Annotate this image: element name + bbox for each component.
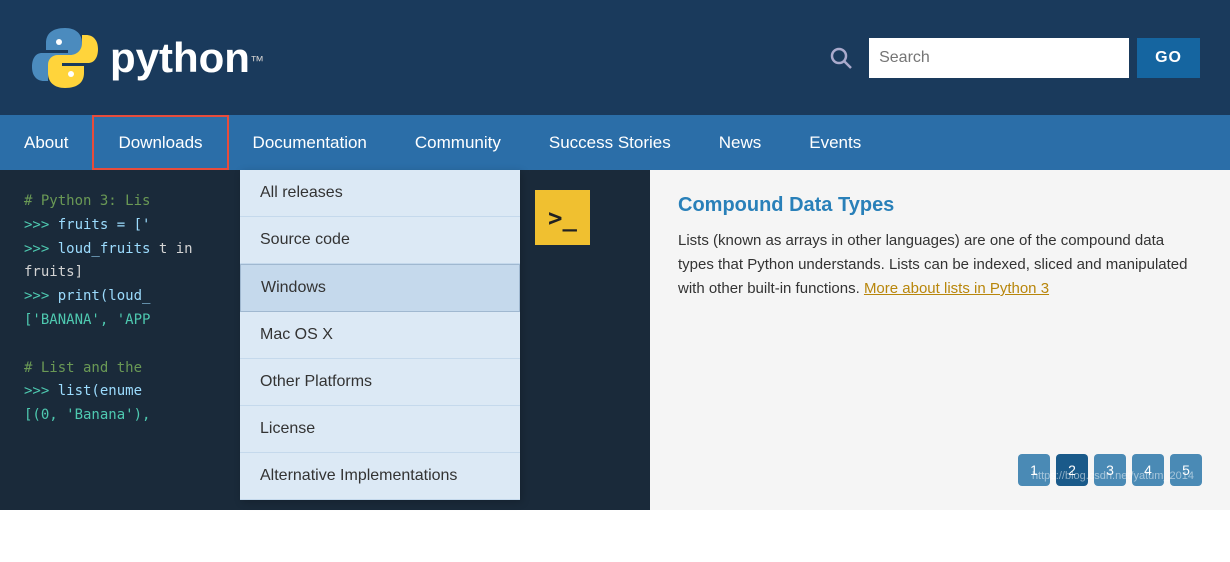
info-area: Compound Data Types Lists (known as arra… — [650, 170, 1230, 510]
downloads-dropdown: All releases Source code Windows Mac OS … — [240, 170, 520, 500]
nav-item-documentation[interactable]: Documentation — [229, 115, 391, 170]
search-area: GO — [821, 38, 1200, 78]
search-input[interactable] — [869, 38, 1129, 78]
code-fruits-ref: fruits] — [24, 264, 83, 280]
nav-bar: About Downloads Documentation Community … — [0, 115, 1230, 170]
search-icon — [829, 46, 853, 70]
dropdown-all-releases[interactable]: All releases — [240, 170, 520, 217]
nav-item-community[interactable]: Community — [391, 115, 525, 170]
code-output-1: ['BANANA', 'APP — [24, 312, 150, 328]
code-list-enum: list(enume — [58, 383, 142, 399]
code-output-2: [(0, 'Banana'), — [24, 407, 150, 423]
header: python™ GO — [0, 0, 1230, 115]
dropdown-alternative-implementations[interactable]: Alternative Implementations — [240, 453, 520, 500]
logo-text: python™ — [110, 34, 264, 82]
compound-text: Lists (known as arrays in other language… — [678, 229, 1202, 301]
code-prompt-3: >>> — [24, 288, 58, 304]
code-line-1: # Python 3: Lis — [24, 193, 150, 209]
nav-item-downloads[interactable]: Downloads — [92, 115, 228, 170]
code-line-8: # List and the — [24, 360, 142, 376]
python-logo-icon — [30, 23, 100, 93]
dropdown-license[interactable]: License — [240, 406, 520, 453]
code-print-loud: print(loud_ — [58, 288, 151, 304]
nav-item-success-stories[interactable]: Success Stories — [525, 115, 695, 170]
terminal-icon: >_ — [535, 190, 590, 245]
search-icon-wrap — [821, 38, 861, 78]
code-fruits-var: fruits = [' — [58, 217, 151, 233]
compound-link[interactable]: More about lists in Python 3 — [864, 280, 1049, 297]
code-prompt-1: >>> — [24, 217, 58, 233]
code-prompt-2: >>> — [24, 241, 58, 257]
code-loud-suffix: t in — [150, 241, 192, 257]
dropdown-mac-osx[interactable]: Mac OS X — [240, 312, 520, 359]
info-content: Compound Data Types Lists (known as arra… — [678, 194, 1202, 301]
code-prompt-4: >>> — [24, 383, 58, 399]
dropdown-windows[interactable]: Windows — [240, 264, 520, 312]
dropdown-source-code[interactable]: Source code — [240, 217, 520, 264]
logo-area: python™ — [30, 23, 264, 93]
nav-item-about[interactable]: About — [0, 115, 92, 170]
nav-item-news[interactable]: News — [695, 115, 786, 170]
go-button[interactable]: GO — [1137, 38, 1200, 78]
nav-item-events[interactable]: Events — [785, 115, 885, 170]
dropdown-other-platforms[interactable]: Other Platforms — [240, 359, 520, 406]
compound-title: Compound Data Types — [678, 194, 1202, 217]
watermark: https://blog.csdn.net/yatum_2014 — [1032, 470, 1194, 482]
code-loud-fruits: loud_fruits — [58, 241, 151, 257]
main-content: >_ # Python 3: Lis >>> fruits = [' >>> l… — [0, 170, 1230, 510]
